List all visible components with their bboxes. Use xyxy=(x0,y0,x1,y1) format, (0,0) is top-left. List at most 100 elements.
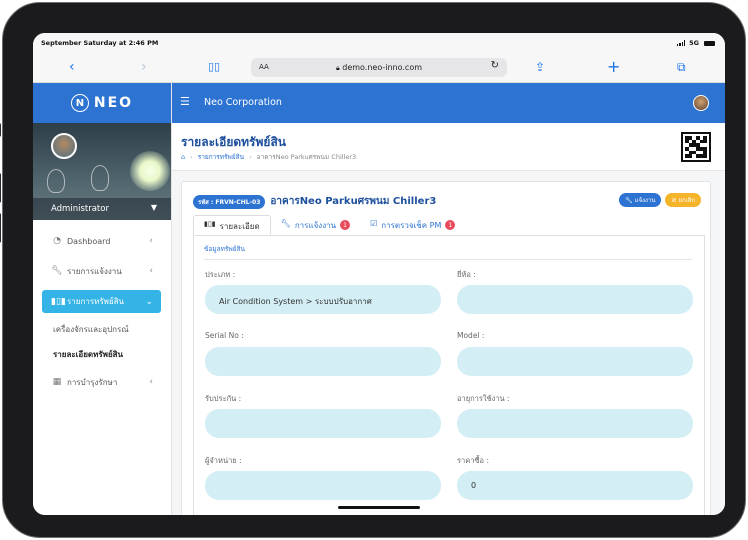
cancel-icon: ⊘ xyxy=(671,196,677,204)
avatar[interactable] xyxy=(51,133,77,159)
checkbox-icon: ☑ xyxy=(370,219,378,228)
vendor-label: ผู้จำหน่าย : xyxy=(205,456,242,465)
status-time: September Saturday at 2:46 PM xyxy=(41,39,159,47)
tab-reports[interactable]: 🔧︎ การแจ้งงาน 1 xyxy=(271,215,360,235)
tab-details[interactable]: ▮▯▮ รายละเอียด xyxy=(193,215,271,235)
reload-icon[interactable]: ↻ xyxy=(491,60,499,71)
chevron-left-icon: ‹ xyxy=(149,236,153,246)
type-field[interactable]: Air Condition System > ระบบปรับอากาศ xyxy=(205,285,441,314)
home-icon[interactable]: ⌂ xyxy=(181,153,185,161)
tab-pm-checks[interactable]: ☑ การตรวจเช็ค PM 1 xyxy=(360,215,465,235)
chevron-left-icon: ‹ xyxy=(149,266,153,276)
warranty-field[interactable] xyxy=(205,409,441,438)
signal-icon xyxy=(676,40,686,46)
volume-up-button xyxy=(0,173,1,203)
sidebar-subitem-asset-detail[interactable]: รายละเอียดทรัพย์สิน xyxy=(33,342,171,367)
brand-label: ยี่ห้อ : xyxy=(457,270,476,279)
report-issue-label: แจ้งงาน xyxy=(634,197,656,204)
side-button xyxy=(0,123,1,137)
sidebar-item-reports[interactable]: 🔧︎ รายการแจ้งงาน ‹ xyxy=(33,256,171,286)
url-value: demo.neo-inno.com xyxy=(342,63,423,72)
status-right: 5G xyxy=(676,39,715,47)
chevron-left-icon: ‹ xyxy=(149,377,153,387)
caret-down-icon: ▼ xyxy=(150,203,157,212)
asset-detail-card: รหัส : FRVN-CHL-03 อาคารNeo Parkuศรพนม C… xyxy=(181,181,711,515)
tabs-icon[interactable]: ⧉ xyxy=(677,58,686,76)
count-badge: 1 xyxy=(445,220,456,230)
price-label: ราคาซื้อ : xyxy=(457,456,489,465)
details-pane: ข้อมูลทรัพย์สิน ประเภท : Air Condition S… xyxy=(193,235,705,515)
price-field[interactable]: 0 xyxy=(457,471,693,500)
breadcrumb-separator: › xyxy=(190,153,193,161)
wrench-icon: 🔧︎ xyxy=(625,196,633,204)
asset-header: รหัส : FRVN-CHL-03 อาคารNeo Parkuศรพนม C… xyxy=(193,194,436,209)
bulb-decoration xyxy=(47,169,65,193)
light-bulb-glow xyxy=(130,151,170,191)
count-badge: 1 xyxy=(340,220,351,230)
asset-code-badge: รหัส : FRVN-CHL-03 xyxy=(193,194,266,209)
breadcrumb-current: อาคารNeo Parkuศรพนม Chiller3 xyxy=(256,153,357,161)
breadcrumb-separator: › xyxy=(249,153,252,161)
sidebar-item-maintenance[interactable]: ▦ การบำรุงรักษา ‹ xyxy=(33,367,171,397)
cancel-button[interactable]: ⊘ ยกเลิก xyxy=(665,193,701,207)
tab-label: การตรวจเช็ค PM xyxy=(381,221,442,230)
battery-icon xyxy=(704,40,715,46)
report-issue-button[interactable]: 🔧︎ แจ้งงาน xyxy=(619,193,662,207)
back-icon[interactable]: ‹ xyxy=(69,58,75,76)
volume-down-button xyxy=(0,213,1,243)
user-name: Administrator xyxy=(51,204,109,214)
serial-field[interactable] xyxy=(205,347,441,376)
sidebar-item-assets[interactable]: ▮▯▮ รายการทรัพย์สิน ⌄ xyxy=(42,290,161,313)
tab-label: การแจ้งงาน xyxy=(294,221,337,230)
lifespan-label: อายุการใช้งาน : xyxy=(457,394,510,403)
serial-label: Serial No : xyxy=(205,331,244,340)
sidebar-item-label: รายการแจ้งงาน xyxy=(67,266,122,276)
asset-name: อาคารNeo Parkuศรพนม Chiller3 xyxy=(270,196,437,207)
wrench-icon: 🔧︎ xyxy=(51,266,63,276)
sidebar-subitem-machines[interactable]: เครื่องจักรและอุปกรณ์ xyxy=(33,317,171,342)
model-field[interactable] xyxy=(457,347,693,376)
share-icon[interactable]: ⇪ xyxy=(535,58,545,76)
wrench-icon: 🔧︎ xyxy=(280,219,291,228)
hamburger-menu-icon[interactable]: ☰ xyxy=(180,95,190,108)
tab-label: รายละเอียด xyxy=(219,222,260,231)
barcode-icon: ▮▯▮ xyxy=(51,296,66,307)
type-label: ประเภท : xyxy=(205,270,236,279)
cancel-label: ยกเลิก xyxy=(678,197,695,204)
main-content: รายละเอียดทรัพย์สิน ⌂ › รายการทรัพย์สิน … xyxy=(172,123,725,515)
address-bar[interactable]: AA 🔒︎ demo.neo-inno.com ↻ xyxy=(251,58,507,77)
chevron-down-icon: ⌄ xyxy=(145,296,153,307)
company-title: Neo Corporation xyxy=(204,97,282,108)
sidebar: N NEO Administrator ▼ ◔ Dashboard ‹ 🔧︎ ร… xyxy=(33,83,172,515)
screen: September Saturday at 2:46 PM 5G ‹ › ▯▯ … xyxy=(33,33,725,515)
brand-field[interactable] xyxy=(457,285,693,314)
page-header: รายละเอียดทรัพย์สิน ⌂ › รายการทรัพย์สิน … xyxy=(172,123,725,171)
forward-icon[interactable]: › xyxy=(141,58,147,76)
user-menu-toggle[interactable]: Administrator ▼ xyxy=(33,198,171,220)
url-text: 🔒︎ demo.neo-inno.com xyxy=(251,63,507,73)
logo-mark: N xyxy=(70,94,89,112)
new-tab-icon[interactable]: + xyxy=(607,58,620,76)
lifespan-field[interactable] xyxy=(457,409,693,438)
sidebar-item-label: รายการทรัพย์สิน xyxy=(67,297,124,306)
brand-logo[interactable]: N NEO xyxy=(33,83,171,123)
sidebar-item-dashboard[interactable]: ◔ Dashboard ‹ xyxy=(33,226,171,256)
ipad-frame: September Saturday at 2:46 PM 5G ‹ › ▯▯ … xyxy=(0,2,746,538)
network-label: 5G xyxy=(689,39,699,47)
browser-toolbar: ‹ › ▯▯ AA 🔒︎ demo.neo-inno.com ↻ ⇪ + ⧉ xyxy=(33,53,725,83)
qr-code-icon[interactable] xyxy=(681,132,711,162)
bookmarks-icon[interactable]: ▯▯ xyxy=(208,58,220,76)
sidebar-item-label: การบำรุงรักษา xyxy=(67,377,118,387)
home-indicator[interactable] xyxy=(338,506,420,509)
sidebar-menu: ◔ Dashboard ‹ 🔧︎ รายการแจ้งงาน ‹ ▮▯▮ ราย… xyxy=(33,220,171,397)
user-avatar[interactable] xyxy=(693,95,709,111)
asset-tabs: ▮▯▮ รายละเอียด 🔧︎ การแจ้งงาน 1 ☑ การตรวจ… xyxy=(193,215,465,235)
breadcrumb-link-assets[interactable]: รายการทรัพย์สิน xyxy=(198,152,244,162)
dashboard-icon: ◔ xyxy=(53,236,61,246)
breadcrumb: ⌂ › รายการทรัพย์สิน › อาคารNeo Parkuศรพน… xyxy=(181,152,356,162)
model-label: Model : xyxy=(457,331,485,340)
vendor-field[interactable] xyxy=(205,471,441,500)
bulb-decoration xyxy=(91,165,109,191)
sidebar-item-label: Dashboard xyxy=(67,236,111,246)
lock-icon: 🔒︎ xyxy=(335,64,340,72)
